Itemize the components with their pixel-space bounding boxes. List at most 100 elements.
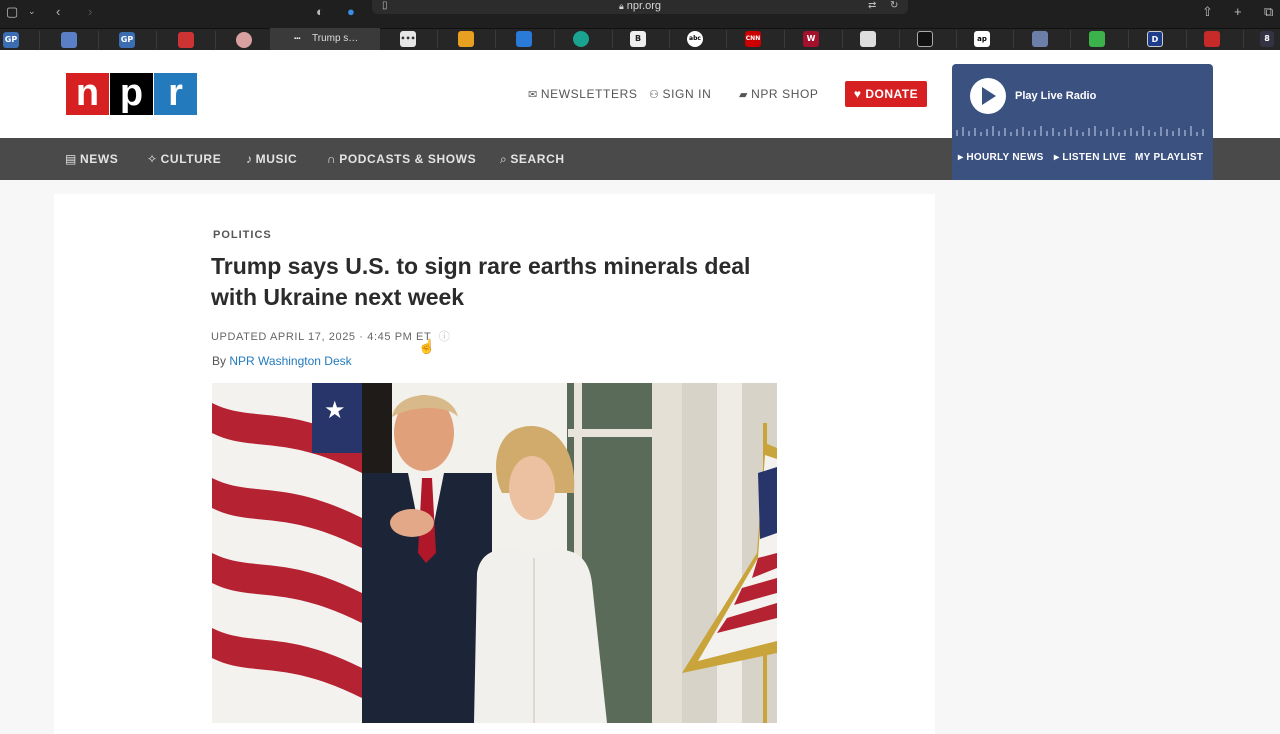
favorite-red[interactable] bbox=[1204, 31, 1220, 47]
new-tab-icon[interactable]: + bbox=[1234, 4, 1242, 19]
favorite-gray[interactable] bbox=[860, 31, 876, 47]
my-playlist-link[interactable]: MY PLAYLIST bbox=[1135, 152, 1203, 163]
newsletters-link[interactable]: ✉ NEWSLETTERS bbox=[528, 87, 637, 101]
favorite-dark[interactable] bbox=[917, 31, 933, 47]
pointer-cursor-icon: ☝ bbox=[418, 338, 436, 354]
chevron-down-icon[interactable]: ⌄ bbox=[28, 6, 36, 17]
culture-icon: ✧ bbox=[147, 152, 158, 166]
favorite-gp-2[interactable]: GP bbox=[119, 32, 135, 48]
section-label[interactable]: POLITICS bbox=[213, 229, 272, 241]
favorite-8[interactable]: 8 bbox=[1260, 31, 1274, 47]
favorite-cnn[interactable]: CNN bbox=[745, 31, 761, 47]
favorite-ap[interactable]: ap bbox=[974, 31, 990, 47]
play-button[interactable] bbox=[970, 78, 1006, 114]
sidebar-icon[interactable]: ▢ bbox=[6, 4, 18, 20]
divider bbox=[669, 30, 670, 48]
shop-label: NPR SHOP bbox=[751, 87, 819, 101]
logo-letter-n: n bbox=[66, 73, 109, 115]
address-bar[interactable]: ▯ 🔒︎ npr.org ⇄ ↻ bbox=[372, 0, 908, 14]
hourly-news-label: HOURLY NEWS bbox=[966, 152, 1044, 163]
divider bbox=[437, 30, 438, 48]
nav-music-label: MUSIC bbox=[255, 152, 298, 166]
favorite-dots[interactable]: ••• bbox=[400, 31, 416, 47]
play-live-radio-label: Play Live Radio bbox=[1015, 90, 1097, 102]
share-icon[interactable]: ⇧ bbox=[1202, 4, 1213, 20]
audio-waveform bbox=[956, 126, 1204, 136]
lock-icon: 🔒︎ bbox=[618, 1, 624, 11]
nav-podcasts-label: PODCASTS & SHOWS bbox=[339, 152, 477, 166]
divider bbox=[495, 30, 496, 48]
favorite-teal[interactable] bbox=[573, 31, 589, 47]
npr-favicon-icon: ▪▪▪ bbox=[294, 36, 301, 42]
divider bbox=[39, 31, 40, 49]
nav-culture-label: CULTURE bbox=[160, 152, 222, 166]
envelope-icon: ✉ bbox=[528, 89, 538, 101]
headphones-icon: ∩ bbox=[327, 152, 337, 166]
nav-news-label: NEWS bbox=[79, 152, 119, 166]
npr-logo[interactable]: n p r bbox=[66, 73, 198, 115]
divider bbox=[1243, 30, 1244, 48]
favorite-gp[interactable]: GP bbox=[3, 32, 19, 48]
favorite-circle[interactable] bbox=[236, 32, 252, 48]
divider bbox=[899, 30, 900, 48]
forward-icon[interactable]: › bbox=[88, 4, 92, 19]
updated-timestamp: UPDATED APRIL 17, 2025 · 4:45 PM ET bbox=[211, 331, 432, 343]
divider bbox=[156, 31, 157, 49]
us-flag-left: ★ bbox=[212, 383, 362, 723]
browser-toolbar: ▢ ⌄ ‹ › ◐ ● ▯ 🔒︎ npr.org ⇄ ↻ ⇧ + ⧉ bbox=[0, 0, 1280, 28]
tabs-overview-icon[interactable]: ⧉ bbox=[1264, 4, 1273, 20]
hourly-news-link[interactable]: ▸ HOURLY NEWS bbox=[958, 152, 1044, 163]
divider bbox=[784, 30, 785, 48]
newsletters-label: NEWSLETTERS bbox=[540, 87, 638, 101]
extension-icon[interactable]: ● bbox=[347, 4, 355, 19]
favorite-green[interactable] bbox=[1089, 31, 1105, 47]
divider bbox=[956, 30, 957, 48]
favorite-news[interactable] bbox=[178, 32, 194, 48]
info-icon[interactable]: ⓘ bbox=[439, 331, 451, 343]
npr-shop-link[interactable]: ▰ NPR SHOP bbox=[739, 87, 819, 101]
listen-live-link[interactable]: ▸ LISTEN LIVE bbox=[1054, 152, 1126, 163]
sign-in-label: SIGN IN bbox=[662, 87, 712, 101]
divider bbox=[1128, 30, 1129, 48]
play-icon bbox=[982, 87, 996, 105]
logo-letter-p: p bbox=[110, 73, 153, 115]
divider bbox=[842, 30, 843, 48]
favorite-blue[interactable] bbox=[516, 31, 532, 47]
article-card: POLITICS Trump says U.S. to sign rare ea… bbox=[54, 194, 935, 734]
article-dateline: UPDATED APRIL 17, 2025 · 4:45 PM ET ⓘ bbox=[211, 328, 450, 344]
reload-icon[interactable]: ↻ bbox=[890, 0, 898, 11]
favorite-espn[interactable] bbox=[61, 32, 77, 48]
divider bbox=[1013, 30, 1014, 48]
byline-prefix: By bbox=[212, 354, 227, 368]
shield-icon[interactable]: ◐ bbox=[316, 4, 324, 19]
back-icon[interactable]: ‹ bbox=[56, 4, 60, 19]
favorite-d[interactable]: D bbox=[1147, 31, 1163, 47]
tab-title: Trump s… bbox=[312, 33, 359, 44]
favorite-b[interactable]: B bbox=[630, 31, 646, 47]
donate-button[interactable]: ♥ DONATE bbox=[845, 81, 927, 107]
sign-in-link[interactable]: ⚇ SIGN IN bbox=[649, 87, 711, 101]
divider bbox=[98, 31, 99, 49]
newspaper-icon: ▤ bbox=[65, 152, 77, 166]
divider bbox=[1186, 30, 1187, 48]
nav-news[interactable]: ▤ NEWS bbox=[65, 152, 118, 166]
tab-active[interactable]: ▪▪▪ Trump s… bbox=[270, 28, 380, 50]
translate-icon[interactable]: ⇄ bbox=[868, 0, 876, 11]
divider bbox=[215, 31, 216, 49]
favorites-right: ••• B abc CNN W ap D 8 bbox=[380, 28, 1280, 50]
donate-label: DONATE bbox=[865, 87, 919, 101]
nav-search-label: SEARCH bbox=[510, 152, 565, 166]
nav-podcasts[interactable]: ∩ PODCASTS & SHOWS bbox=[327, 152, 476, 166]
favorite-bank[interactable] bbox=[1032, 31, 1048, 47]
favorite-orange[interactable] bbox=[458, 31, 474, 47]
logo-letter-r: r bbox=[154, 73, 197, 115]
author-link[interactable]: NPR Washington Desk bbox=[229, 354, 351, 368]
article-photo[interactable]: ★ bbox=[212, 383, 777, 723]
nav-search[interactable]: ⌕ SEARCH bbox=[500, 152, 565, 167]
listen-live-label: LISTEN LIVE bbox=[1062, 152, 1127, 163]
nav-culture[interactable]: ✧ CULTURE bbox=[147, 152, 221, 166]
favorite-abc[interactable]: abc bbox=[687, 31, 703, 47]
music-note-icon: ♪ bbox=[246, 152, 253, 166]
nav-music[interactable]: ♪ MUSIC bbox=[246, 152, 297, 166]
favorite-w[interactable]: W bbox=[803, 31, 819, 47]
